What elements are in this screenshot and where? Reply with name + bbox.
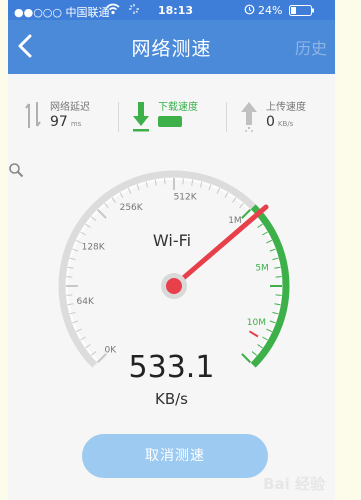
carrier-label: ●●○○○ 中国联通 xyxy=(14,6,110,19)
gauge-tick xyxy=(164,178,166,185)
current-speed-value: 533.1 xyxy=(128,350,215,385)
gauge-scale-label: 256K xyxy=(120,203,144,213)
latency-icon xyxy=(24,98,42,132)
latency-value: 97 ms xyxy=(50,114,81,130)
nav-bar: 网络测速 历史 xyxy=(8,20,335,74)
upload-arrow-icon xyxy=(240,98,258,132)
gauge-tick xyxy=(96,208,107,219)
gauge-tick xyxy=(66,294,73,296)
activity-icon xyxy=(128,3,140,18)
upload-label: 上传速度 xyxy=(266,102,306,113)
current-speed-unit: KB/s xyxy=(155,390,188,408)
gauge-scale-label: 10M xyxy=(247,318,266,328)
battery-percent: 24% xyxy=(258,4,283,17)
gauge-scale-label: 5M xyxy=(255,264,269,274)
gauge-track xyxy=(58,170,256,368)
cancel-test-button[interactable]: 取消测速 xyxy=(82,434,268,478)
history-button[interactable]: 历史 xyxy=(295,35,327,59)
latency-unit: ms xyxy=(70,120,82,128)
download-arrow-icon xyxy=(132,98,150,132)
upload-unit: KB/s xyxy=(277,120,294,128)
gauge-tick xyxy=(66,276,73,278)
latency-label: 网络延迟 xyxy=(50,102,90,113)
zoom-icon[interactable] xyxy=(8,162,24,178)
page-title: 网络测速 xyxy=(131,38,212,60)
divider xyxy=(226,102,227,132)
watermark: Bai 经验 xyxy=(263,475,325,493)
gauge-tick xyxy=(241,208,252,219)
status-bar: ●●○○○ 中国联通 18:13 24% xyxy=(8,0,335,20)
peak-marker xyxy=(248,330,259,338)
clock: 18:13 xyxy=(158,4,194,17)
latency-number: 97 xyxy=(50,114,68,130)
gauge-tick xyxy=(182,178,184,185)
gauge-tick xyxy=(275,276,282,278)
network-type-label: Wi-Fi xyxy=(153,231,191,250)
upload-number: 0 xyxy=(266,114,275,130)
upload-value: 0 KB/s xyxy=(266,114,293,130)
gauge-scale-label: 1M xyxy=(228,216,242,226)
gauge-scale-label: 512K xyxy=(174,193,198,203)
battery-icon xyxy=(289,5,315,19)
stats-bar: 网络延迟 97 ms 下载速度 上传速度 0 KB/s xyxy=(8,74,335,162)
alarm-icon xyxy=(244,4,255,18)
speed-gauge: 0K 64K 128K 256K 512K 1M 5M 10M Wi-Fi 533.1 KB/… xyxy=(8,162,335,500)
gauge-scale-label: 64K xyxy=(77,297,95,307)
download-progress-bar xyxy=(158,116,182,127)
needle-hub xyxy=(166,278,182,294)
gauge-scale-label: 128K xyxy=(82,242,106,252)
speedtest-screen: ●●○○○ 中国联通 18:13 24% 网络测速 历史 网络延迟 97ms xyxy=(8,0,335,500)
gauge-tick xyxy=(275,294,282,296)
wifi-icon xyxy=(106,3,120,18)
divider xyxy=(118,102,119,132)
download-label: 下载速度 xyxy=(158,102,198,113)
gauge-tick xyxy=(104,202,109,209)
gauge-tick xyxy=(90,216,97,221)
gauge-tick xyxy=(239,202,244,209)
